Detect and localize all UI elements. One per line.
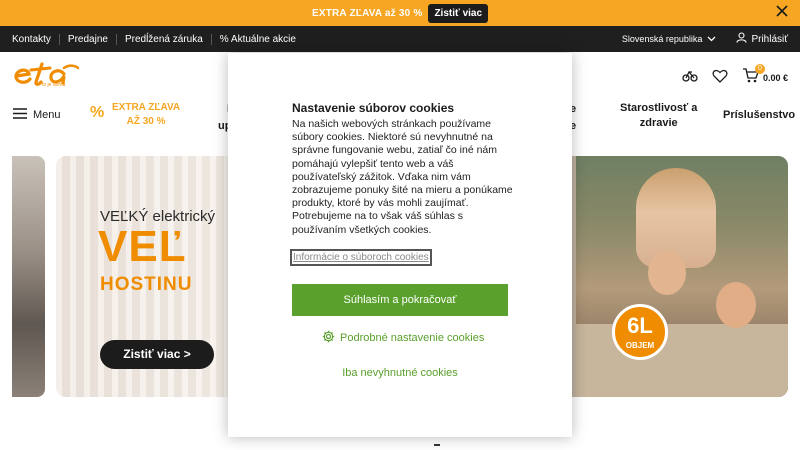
- cookie-settings-button[interactable]: Podrobné nastavenie cookies: [322, 330, 484, 346]
- hero-child: [716, 282, 756, 328]
- heart-icon[interactable]: [712, 69, 728, 88]
- promo-bar: EXTRA ZĽAVA až 30 % Zistiť viac: [0, 0, 800, 26]
- hamburger-icon: [13, 108, 27, 122]
- necessary-cookies-button[interactable]: Iba nevyhnutné cookies: [228, 367, 572, 379]
- menu-label: Menu: [33, 109, 61, 121]
- cart-total: 0.00 €: [762, 73, 788, 83]
- compare-icon[interactable]: [682, 69, 698, 88]
- menu-promo-line1: EXTRA ZĽAVA: [112, 102, 181, 113]
- promo-text: EXTRA ZĽAVA až 30 %: [311, 7, 423, 19]
- volume-badge: 6L OBJEM: [612, 304, 668, 360]
- promo-more-button[interactable]: Zistiť viac: [428, 3, 489, 23]
- menu-care-line1: Starostlivosť a: [620, 102, 698, 114]
- menu-promo-line2: AŽ 30 %: [126, 116, 166, 127]
- logo-tagline: to je doma: [42, 82, 66, 88]
- cart-count-badge: 0: [754, 64, 765, 74]
- hero-cta-button[interactable]: Zistiť viac >: [100, 340, 214, 369]
- menu-item-care-health[interactable]: Starostlivosť a zdravie: [620, 101, 697, 131]
- user-icon: [736, 32, 748, 46]
- cookie-settings-label: Podrobné nastavenie cookies: [340, 332, 485, 344]
- nav-link-stores[interactable]: Predajne: [58, 33, 116, 45]
- menu-item-accessories[interactable]: Príslušenstvo: [723, 109, 795, 121]
- top-nav-links: Kontakty Predajne Predĺžená záruka % Akt…: [12, 33, 304, 45]
- header-icons: 0 0.00 €: [682, 64, 788, 88]
- login-label: Prihlásiť: [751, 33, 788, 45]
- top-nav: Kontakty Predajne Predĺžená záruka % Akt…: [0, 26, 800, 52]
- country-label: Slovenská republika: [621, 34, 703, 44]
- cart-button[interactable]: 0 0.00 €: [742, 64, 788, 88]
- login-button[interactable]: Prihlásiť: [736, 32, 788, 46]
- hero-family-photo: 6L OBJEM: [576, 156, 788, 397]
- volume-value: 6L: [627, 313, 653, 338]
- percent-icon: %: [90, 104, 105, 121]
- cookie-info-link[interactable]: Informácie o súboroch cookies: [290, 249, 432, 266]
- chevron-down-icon: [707, 34, 716, 44]
- close-icon[interactable]: [776, 5, 788, 21]
- cookie-consent-dialog: Nastavenie súborov cookies Na našich web…: [228, 53, 572, 437]
- cookie-dialog-title: Nastavenie súborov cookies: [292, 101, 455, 115]
- hero-headline: VEĽ: [98, 222, 187, 271]
- menu-item-extra-discount[interactable]: EXTRA ZĽAVA AŽ 30 %: [112, 101, 180, 129]
- menu-button[interactable]: Menu: [13, 108, 61, 122]
- page-fragment: [434, 444, 440, 450]
- accept-cookies-button[interactable]: Súhlasím a pokračovať: [292, 284, 508, 316]
- country-selector[interactable]: Slovenská republika: [622, 34, 717, 44]
- nav-link-extended-warranty[interactable]: Predĺžená záruka: [115, 33, 211, 45]
- hero-table: [576, 324, 788, 397]
- volume-label: OBJEM: [625, 341, 655, 350]
- menu-care-line2: zdravie: [639, 117, 678, 129]
- eta-logo[interactable]: [12, 60, 82, 94]
- nav-link-current-offers[interactable]: % Aktuálne akcie: [210, 33, 304, 45]
- hero-subline: HOSTINU: [100, 274, 193, 295]
- cookie-dialog-body: Na našich webových stránkach používame s…: [292, 118, 513, 236]
- page: EXTRA ZĽAVA až 30 % Zistiť viac Kontakty…: [0, 0, 800, 450]
- nav-link-contacts[interactable]: Kontakty: [12, 34, 59, 45]
- top-nav-right: Slovenská republika Prihlásiť: [622, 26, 788, 52]
- hero-previous-slide[interactable]: [12, 156, 45, 397]
- gear-icon: [322, 330, 335, 346]
- hero-child: [648, 251, 686, 295]
